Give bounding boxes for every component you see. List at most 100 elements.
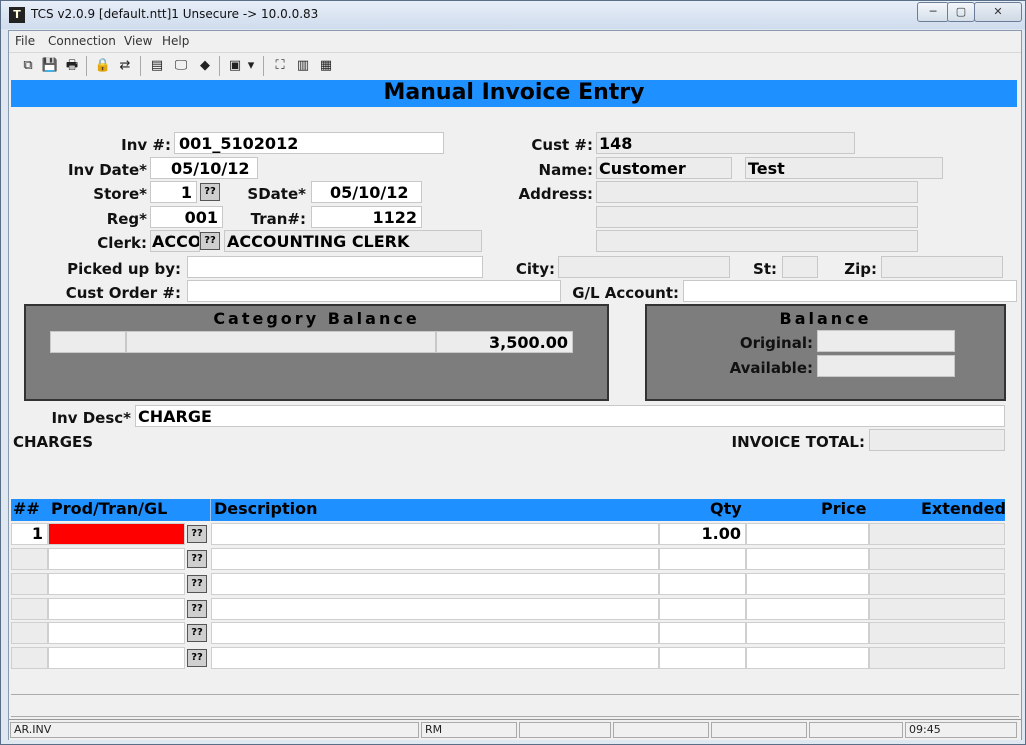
prod-cell[interactable] (48, 622, 185, 644)
save-icon[interactable]: 💾 (40, 56, 60, 76)
menu-view[interactable]: View (124, 34, 152, 48)
column-divider (210, 499, 211, 521)
balance-panel: Balance Original: Available: (645, 304, 1006, 401)
app-window: T TCS v2.0.9 [default.ntt]1 Unsecure -> … (0, 0, 1026, 745)
qty-cell[interactable] (659, 548, 746, 570)
menu-connection[interactable]: Connection (48, 34, 116, 48)
tran-label: Tran#: (250, 210, 306, 228)
properties-icon[interactable]: ▤ (147, 56, 167, 76)
col-price-header: Price (821, 499, 867, 518)
eraser-icon[interactable]: ◆ (195, 56, 215, 76)
name-first-field[interactable]: Customer (596, 157, 732, 179)
copy-icon[interactable]: ⧉ (18, 56, 38, 76)
maximize-button[interactable]: ▢ (947, 2, 975, 22)
chart-icon[interactable]: ▥ (293, 56, 313, 76)
description-cell[interactable] (211, 598, 659, 620)
minimize-button[interactable]: ─ (917, 2, 949, 22)
qty-cell[interactable] (659, 573, 746, 595)
inv-date-field[interactable]: 05/10/12 (150, 157, 258, 179)
prod-lookup-button[interactable]: ?? (187, 600, 207, 618)
prod-cell[interactable] (48, 598, 185, 620)
inv-desc-field[interactable]: CHARGE (135, 405, 1005, 427)
close-button[interactable]: ✕ (974, 2, 1022, 22)
extended-cell (869, 647, 1005, 669)
cust-order-field[interactable] (187, 280, 561, 302)
description-cell[interactable] (211, 523, 659, 545)
status-panel (613, 722, 709, 738)
qty-cell[interactable] (659, 647, 746, 669)
title-bar[interactable]: T TCS v2.0.9 [default.ntt]1 Unsecure -> … (1, 1, 1025, 29)
clerk-code-field[interactable]: ACCO (150, 230, 200, 252)
clerk-lookup-button[interactable]: ?? (200, 232, 220, 250)
price-cell[interactable] (746, 598, 869, 620)
col-extended-header: Extended (921, 499, 1006, 518)
prod-lookup-button[interactable]: ?? (187, 525, 207, 543)
status-panel (519, 722, 611, 738)
table-row: ?? (11, 647, 1005, 670)
qty-cell[interactable] (659, 598, 746, 620)
menu-file[interactable]: File (15, 34, 35, 48)
prod-lookup-button[interactable]: ?? (187, 649, 207, 667)
menu-help[interactable]: Help (162, 34, 189, 48)
description-cell[interactable] (211, 622, 659, 644)
price-cell[interactable] (746, 647, 869, 669)
cust-num-field[interactable]: 148 (596, 132, 855, 154)
prod-lookup-button[interactable]: ?? (187, 624, 207, 642)
name-last-field[interactable]: Test (745, 157, 943, 179)
store-lookup-button[interactable]: ?? (200, 183, 220, 201)
picked-up-by-field[interactable] (187, 256, 483, 278)
qty-cell[interactable]: 1.00 (659, 523, 746, 545)
inv-date-label: Inv Date* (67, 161, 147, 179)
price-cell[interactable] (746, 622, 869, 644)
qty-cell[interactable] (659, 622, 746, 644)
extended-cell (869, 598, 1005, 620)
store-field[interactable]: 1 (150, 181, 197, 203)
address-label: Address: (518, 185, 593, 203)
price-cell[interactable] (746, 523, 869, 545)
connect-icon[interactable]: ⇄ (115, 56, 135, 76)
city-field[interactable] (558, 256, 730, 278)
print-icon[interactable]: 🖶 (62, 56, 82, 76)
price-cell[interactable] (746, 548, 869, 570)
extended-cell (869, 548, 1005, 570)
price-cell[interactable] (746, 573, 869, 595)
tree-icon[interactable]: ⛶ (270, 56, 290, 76)
row-num-cell (11, 647, 48, 669)
prod-cell[interactable] (48, 573, 185, 595)
form-banner: Manual Invoice Entry (11, 80, 1017, 107)
page-title: Manual Invoice Entry (383, 80, 645, 105)
reg-field[interactable]: 001 (150, 206, 223, 228)
sdate-field[interactable]: 05/10/12 (311, 181, 422, 203)
monitor-icon[interactable]: 🖵 (171, 56, 191, 76)
prod-lookup-button[interactable]: ?? (187, 575, 207, 593)
prod-lookup-button[interactable]: ?? (187, 550, 207, 568)
address-line-2-field[interactable] (596, 206, 918, 228)
reg-label: Reg* (106, 210, 147, 228)
col-description-header: Description (214, 499, 318, 518)
inv-num-field[interactable]: 001_5102012 (174, 132, 444, 154)
address-line-3-field[interactable] (596, 230, 918, 252)
clerk-name-field: ACCOUNTING CLERK (224, 230, 482, 252)
table-row: 1 ?? 1.00 (11, 523, 1005, 546)
status-panel (809, 722, 903, 738)
toolbar-separator (219, 56, 220, 76)
description-cell[interactable] (211, 647, 659, 669)
inv-desc-label: Inv Desc* (51, 409, 131, 427)
calculator-icon[interactable]: ▦ (316, 56, 336, 76)
prod-cell[interactable] (48, 548, 185, 570)
prod-cell[interactable] (48, 523, 185, 545)
chevron-down-icon[interactable]: ▾ (245, 56, 257, 76)
window-dropdown-icon[interactable]: ▣ (225, 56, 245, 76)
address-line-1-field[interactable] (596, 181, 918, 203)
lock-icon[interactable]: 🔒 (93, 56, 113, 76)
prod-cell[interactable] (48, 647, 185, 669)
description-cell[interactable] (211, 548, 659, 570)
zip-label: Zip: (844, 260, 877, 278)
table-row: ?? (11, 573, 1005, 596)
cust-order-label: Cust Order #: (65, 284, 181, 302)
window-title: TCS v2.0.9 [default.ntt]1 Unsecure -> 10… (31, 7, 319, 21)
description-cell[interactable] (211, 573, 659, 595)
zip-field[interactable] (881, 256, 1003, 278)
gl-account-field[interactable] (683, 280, 1017, 302)
tran-field[interactable]: 1122 (311, 206, 422, 228)
